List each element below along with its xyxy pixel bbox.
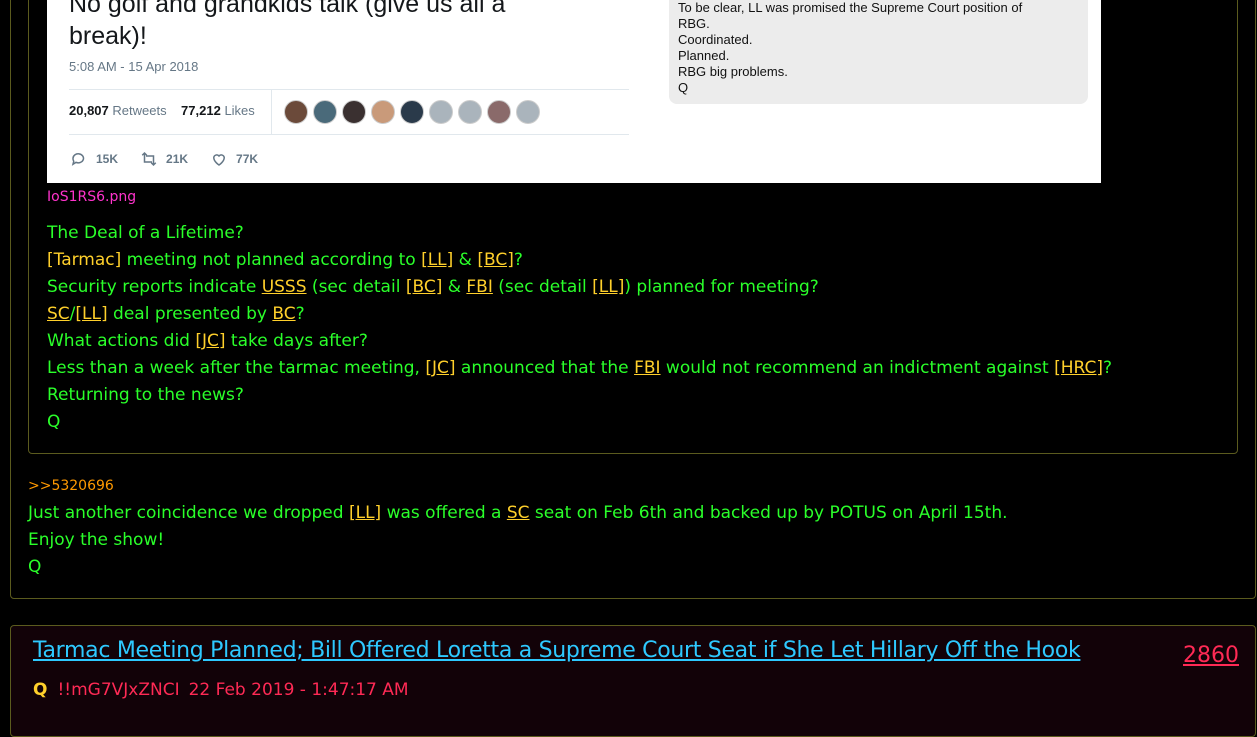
reply-icon: [71, 153, 85, 166]
quoted-post-body: The Deal of a Lifetime? [Tarmac] meeting…: [47, 223, 1113, 432]
avatar: [516, 100, 540, 124]
message-image: To be clear, LL was promised the Supreme…: [669, 0, 1088, 104]
image-filename-link[interactable]: IoS1RS6.png: [47, 189, 136, 205]
next-post-title-link[interactable]: Tarmac Meeting Planned; Bill Offered Lor…: [33, 638, 1081, 663]
tweet-date: 5:08 AM - 15 Apr 2018: [69, 59, 199, 74]
post-body: Just another coincidence we dropped [LL]…: [28, 503, 1008, 577]
post-number-link[interactable]: 2860: [1183, 643, 1239, 668]
author-badge: Q: [33, 680, 48, 700]
tweet-actions: 15K 21K 77K: [70, 150, 258, 168]
post-reference-link[interactable]: >>5320696: [28, 478, 114, 494]
avatar: [487, 100, 511, 124]
like-action[interactable]: 77K: [210, 150, 258, 168]
liker-avatars: [284, 100, 540, 124]
retweet-action[interactable]: 21K: [140, 150, 188, 168]
avatar: [284, 100, 308, 124]
avatar: [400, 100, 424, 124]
reply-action[interactable]: 15K: [70, 150, 118, 168]
avatar: [313, 100, 337, 124]
avatar: [458, 100, 482, 124]
divider: [69, 134, 629, 135]
avatar: [342, 100, 366, 124]
tweet-text: No golf and grandkids talk (give us all …: [69, 0, 506, 50]
tweet-stats: 20,807 Retweets 77,212 Likes: [69, 103, 255, 118]
divider: [69, 89, 629, 90]
post-meta: Q !!mG7VJxZNCI 22 Feb 2019 - 1:47:17 AM: [33, 680, 409, 700]
divider: [271, 90, 272, 134]
avatar: [429, 100, 453, 124]
tripcode: !!mG7VJxZNCI: [57, 680, 180, 700]
retweet-icon: [141, 151, 157, 167]
heart-icon: [213, 154, 226, 166]
post-datetime: 22 Feb 2019 - 1:47:17 AM: [188, 680, 409, 700]
avatar: [371, 100, 395, 124]
